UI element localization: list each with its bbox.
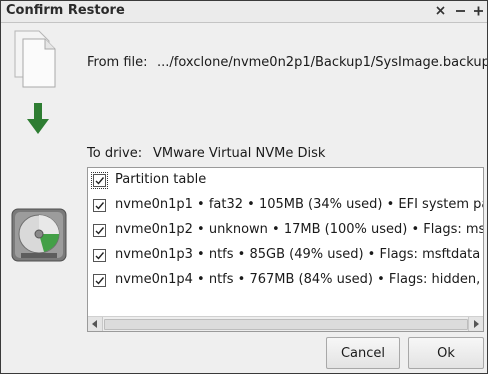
hard-disk-icon [10,201,70,269]
partition-label: Partition table [115,172,207,187]
to-drive-label: To drive: [87,146,143,161]
partition-list[interactable]: Partition table nvme0n1p1 • fat32 • 105M… [87,167,484,332]
checkbox[interactable] [93,199,106,212]
from-file-label: From file: [87,55,148,70]
arrow-down-icon [27,103,49,139]
checkbox[interactable] [93,274,106,287]
minimize-icon[interactable] [453,1,469,21]
list-item-partition-table[interactable]: Partition table [88,169,483,193]
scroll-right-icon[interactable] [468,317,483,331]
scroll-left-icon[interactable] [88,317,103,331]
list-item[interactable]: nvme0n1p1 • fat32 • 105MB (34% used) • E… [88,194,483,218]
from-file-path: .../foxclone/nvme0n2p1/Backup1/SysImage.… [157,55,487,70]
list-item[interactable]: nvme0n1p3 • ntfs • 85GB (49% used) • Fla… [88,244,483,268]
list-item[interactable]: nvme0n1p2 • unknown • 17MB (100% used) •… [88,219,483,243]
checkbox[interactable] [91,172,108,189]
ok-button[interactable]: Ok [408,337,484,369]
checkbox[interactable] [93,249,106,262]
close-icon[interactable] [433,1,449,21]
maximize-icon[interactable] [471,1,487,21]
list-item[interactable]: nvme0n1p4 • ntfs • 767MB (84% used) • Fl… [88,269,483,293]
scrollbar-thumb[interactable] [104,319,468,330]
partition-label: nvme0n1p1 • fat32 • 105MB (34% used) • E… [115,197,483,212]
partition-label: nvme0n1p2 • unknown • 17MB (100% used) •… [115,222,484,237]
partition-label: nvme0n1p3 • ntfs • 85GB (49% used) • Fla… [115,247,481,262]
to-drive-name: VMware Virtual NVMe Disk [153,146,326,161]
document-copy-icon [11,29,59,93]
partition-label: nvme0n1p4 • ntfs • 767MB (84% used) • Fl… [115,272,484,287]
title-bar[interactable]: Confirm Restore [1,1,487,23]
cancel-button[interactable]: Cancel [326,337,400,369]
window-title: Confirm Restore [6,3,125,18]
checkbox[interactable] [93,224,106,237]
horizontal-scrollbar[interactable] [88,316,483,331]
confirm-restore-dialog: Confirm Restore From file: .../foxclone/… [0,0,488,374]
